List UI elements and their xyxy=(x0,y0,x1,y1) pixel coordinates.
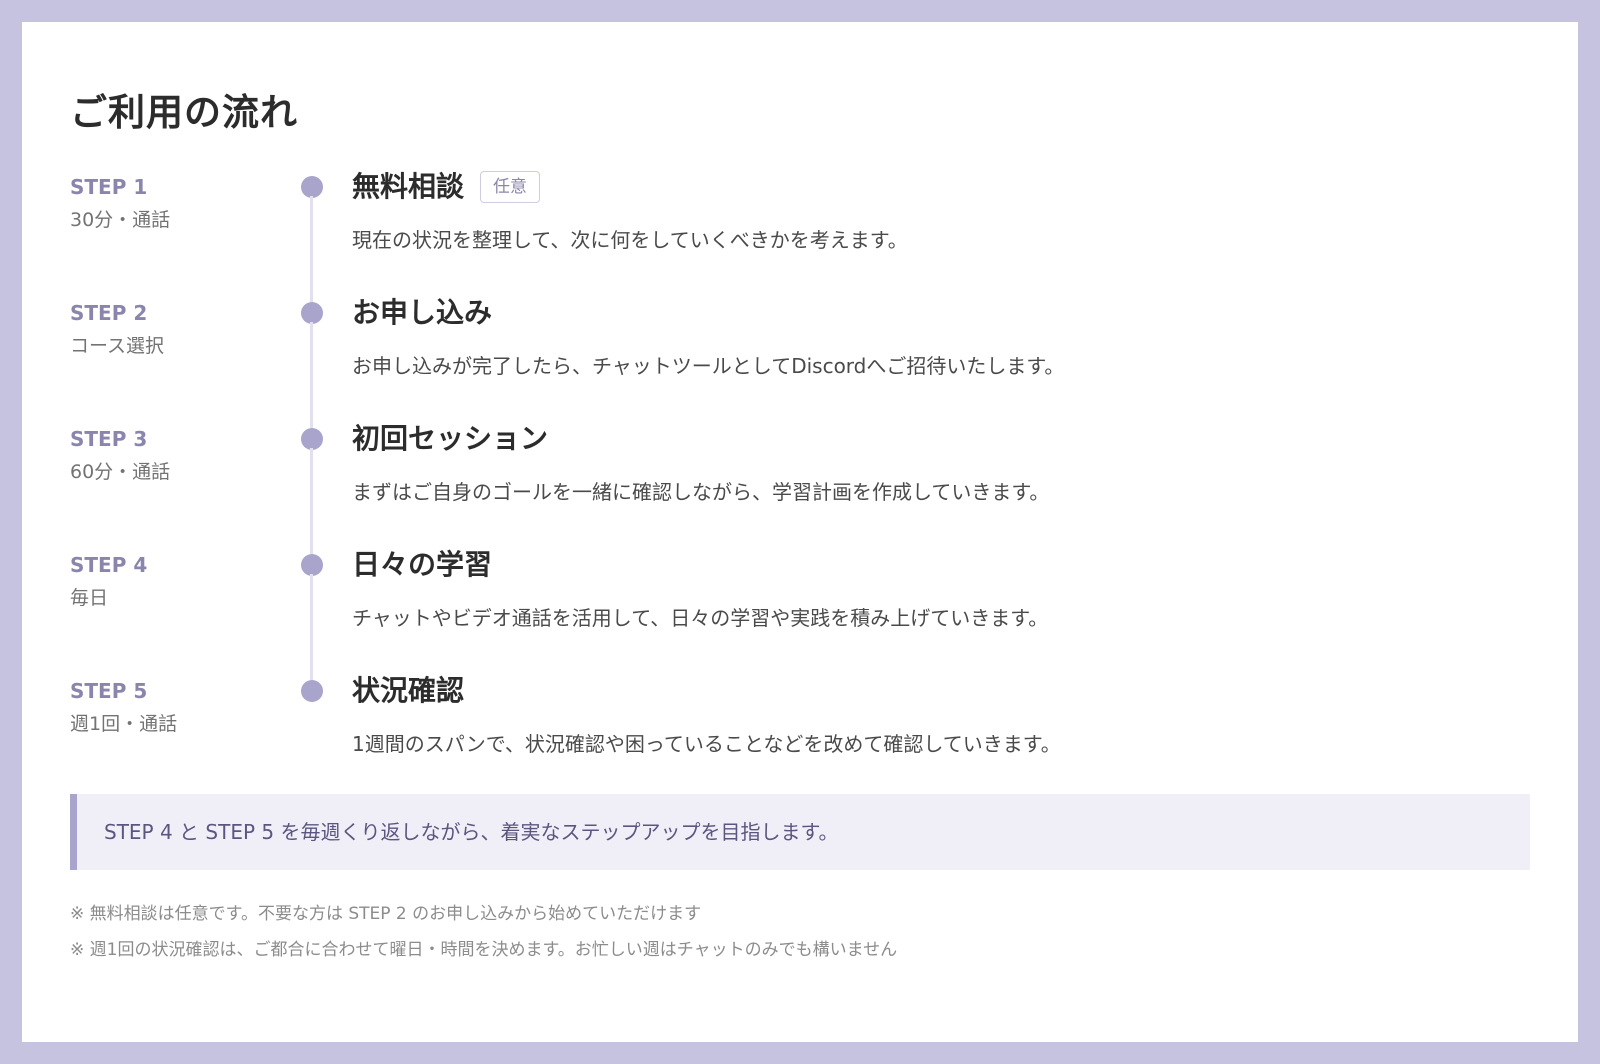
step-description: お申し込みが完了したら、チャットツールとしてDiscordへご招待いたします。 xyxy=(352,354,1065,378)
step-item-3: STEP 3 60分・通話 初回セッション まずはご自身のゴールを一緒に確認しな… xyxy=(22,422,1578,554)
footnote: ※ 無料相談は任意です。不要な方は STEP 2 のお申し込みから始めていただけ… xyxy=(70,904,702,924)
footnote: ※ 週1回の状況確認は、ご都合に合わせて曜日・時間を決めます。お忙しい週はチャッ… xyxy=(70,940,898,960)
step-title: 日々の学習 xyxy=(352,548,493,581)
timeline-line xyxy=(310,196,313,302)
step-label: STEP 4 xyxy=(70,553,148,577)
timeline-dot xyxy=(301,554,323,576)
step-head: 初回セッション xyxy=(352,421,548,457)
timeline-dot xyxy=(301,176,323,198)
step-description: 現在の状況を整理して、次に何をしていくべきかを考えます。 xyxy=(352,228,908,252)
repeat-note-text: STEP 4 と STEP 5 を毎週くり返しながら、着実なステップアップを目指… xyxy=(104,820,839,844)
footnotes: ※ 無料相談は任意です。不要な方は STEP 2 のお申し込みから始めていただけ… xyxy=(70,896,897,968)
step-head: 状況確認 xyxy=(352,673,464,709)
repeat-note: STEP 4 と STEP 5 を毎週くり返しながら、着実なステップアップを目指… xyxy=(70,794,1530,870)
step-sub: 60分・通話 xyxy=(70,461,171,483)
step-title: お申し込み xyxy=(352,296,493,329)
step-meta: STEP 1 30分・通話 xyxy=(70,174,170,232)
step-head: 日々の学習 xyxy=(352,547,492,583)
step-label: STEP 5 xyxy=(70,679,148,703)
timeline-dot xyxy=(301,680,323,702)
page-title: ご利用の流れ xyxy=(70,91,298,134)
step-title: 状況確認 xyxy=(352,674,465,707)
step-title: 無料相談 xyxy=(352,170,465,203)
step-meta: STEP 5 週1回・通話 xyxy=(70,678,177,736)
step-label: STEP 2 xyxy=(70,301,148,325)
step-sub: 週1回・通話 xyxy=(70,713,178,735)
step-sub: 毎日 xyxy=(70,587,109,609)
step-label: STEP 3 xyxy=(70,427,148,451)
step-title: 初回セッション xyxy=(352,422,549,455)
step-description: 1週間のスパンで、状況確認や困っていることなどを改めて確認していきます。 xyxy=(352,732,1061,756)
step-sub: コース選択 xyxy=(70,335,165,357)
timeline-line xyxy=(310,448,313,554)
step-description: チャットやビデオ通話を活用して、日々の学習や実践を積み上げていきます。 xyxy=(352,606,1049,630)
step-item-1: STEP 1 30分・通話 無料相談 任意 現在の状況を整理して、次に何をしてい… xyxy=(22,170,1578,302)
step-head: お申し込み xyxy=(352,295,492,331)
step-meta: STEP 4 毎日 xyxy=(70,552,147,610)
step-head: 無料相談 任意 xyxy=(352,169,541,205)
flow-card: ご利用の流れ STEP 1 30分・通話 無料相談 任意 現在の状況を整理して、… xyxy=(22,22,1578,1042)
timeline-dot xyxy=(301,302,323,324)
step-label: STEP 1 xyxy=(70,175,148,199)
step-meta: STEP 2 コース選択 xyxy=(70,300,164,358)
optional-badge: 任意 xyxy=(480,171,541,203)
step-item-2: STEP 2 コース選択 お申し込み お申し込みが完了したら、チャットツールとし… xyxy=(22,296,1578,428)
step-item-4: STEP 4 毎日 日々の学習 チャットやビデオ通話を活用して、日々の学習や実践… xyxy=(22,548,1578,680)
timeline-dot xyxy=(301,428,323,450)
step-item-5: STEP 5 週1回・通話 状況確認 1週間のスパンで、状況確認や困っていること… xyxy=(22,674,1578,805)
timeline-line xyxy=(310,574,313,680)
step-meta: STEP 3 60分・通話 xyxy=(70,426,170,484)
step-sub: 30分・通話 xyxy=(70,209,171,231)
timeline-line xyxy=(310,322,313,428)
step-description: まずはご自身のゴールを一緒に確認しながら、学習計画を作成していきます。 xyxy=(352,480,1050,504)
